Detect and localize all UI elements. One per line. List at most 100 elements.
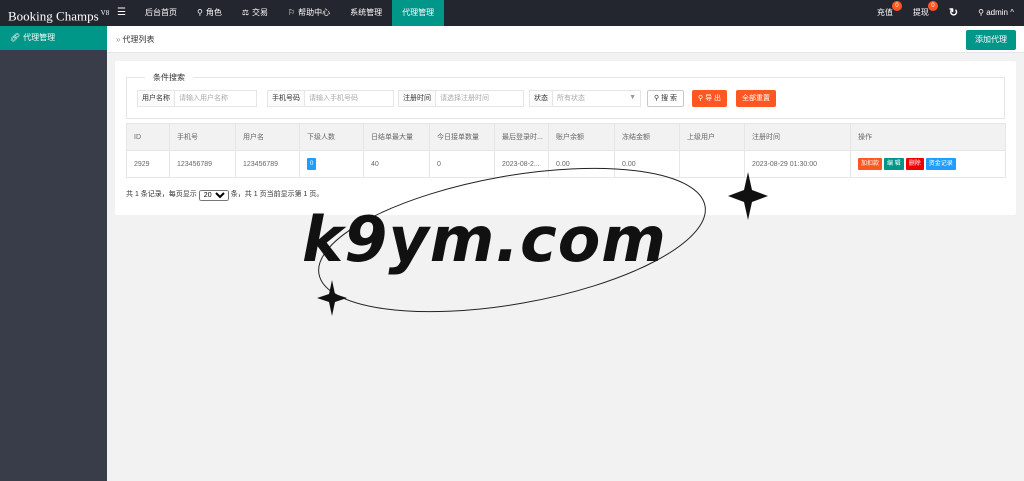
table-header-row: ID 手机号 用户名 下级人数 日结单最大量 今日接单数量 最后登录时... 账… bbox=[126, 123, 1006, 151]
cell-daily-max: 40 bbox=[363, 150, 430, 178]
pager-suffix: 条，共 1 页当前显示第 1 页。 bbox=[230, 191, 324, 198]
search-button[interactable]: ⚲ 搜 索 bbox=[647, 90, 685, 107]
recharge-badge: 0 bbox=[891, 1, 902, 11]
column-header: 账户余额 bbox=[548, 123, 615, 151]
phone-filter-label: 手机号码 bbox=[268, 91, 305, 106]
column-header: ID bbox=[126, 123, 170, 151]
sub-count-badge[interactable]: 0 bbox=[307, 158, 317, 170]
refresh-icon: ↻ bbox=[948, 7, 959, 19]
agent-table: ID 手机号 用户名 下级人数 日结单最大量 今日接单数量 最后登录时... 账… bbox=[126, 123, 1006, 178]
username-input[interactable]: 请输入用户名称 bbox=[175, 91, 256, 106]
column-header: 最后登录时... bbox=[494, 123, 549, 151]
user-icon: ⚲ bbox=[196, 8, 203, 17]
cell-today-orders: 0 bbox=[429, 150, 495, 178]
breadcrumb: » 代理列表 bbox=[116, 26, 154, 53]
nav-item-system[interactable]: 系统管理 bbox=[340, 0, 392, 26]
nav-item-label: 后台首页 bbox=[144, 8, 177, 17]
top-navbar: Booking Champs V8 ☰ 后台首页 ⚲ 角色 ⚖ 交易 ⚐ 帮助中心 系统… bbox=[0, 0, 1024, 26]
pagination: 共 1 条记录，每页显示 20 条，共 1 页当前显示第 1 页。 bbox=[126, 189, 323, 201]
adjust-balance-button[interactable]: 加扣款 bbox=[858, 158, 883, 170]
user-menu[interactable]: ⚲ admin ^ bbox=[968, 0, 1024, 26]
cell-phone: 123456789 bbox=[169, 150, 236, 178]
user-icon: ⚲ bbox=[978, 8, 987, 17]
menu-icon: ☰ bbox=[117, 7, 126, 18]
app-title: Booking Champs bbox=[8, 8, 99, 24]
breadcrumb-label[interactable]: 代理列表 bbox=[122, 35, 154, 44]
sidebar: 🔗︎ 代理管理 bbox=[0, 26, 107, 481]
search-fieldset: 条件搜索 用户名称 请输入用户名称 手机号码 请输入手机号码 注册时间 请选择注… bbox=[126, 72, 1005, 119]
username-filter-label: 用户名称 bbox=[138, 91, 175, 106]
nav-item-label: 交易 bbox=[252, 8, 268, 17]
table-row: 2929 123456789 123456789 0 40 0 2023-08-… bbox=[126, 150, 1006, 178]
search-legend: 条件搜索 bbox=[145, 72, 193, 83]
sidebar-item-label: 代理管理 bbox=[23, 33, 56, 42]
sparkle-icon bbox=[317, 280, 347, 316]
app-logo[interactable]: Booking Champs V8 bbox=[8, 0, 109, 26]
page-size-select[interactable]: 20 bbox=[198, 189, 229, 201]
cell-id: 2929 bbox=[126, 150, 170, 178]
chevron-up-icon: ^ bbox=[1008, 8, 1014, 17]
cell-last-login: 2023-08-2... bbox=[494, 150, 549, 178]
column-header: 操作 bbox=[850, 123, 1006, 151]
fund-records-button[interactable]: 资金记录 bbox=[925, 158, 956, 170]
nav-item-label: 帮助中心 bbox=[298, 8, 331, 17]
chevron-double-right-icon: » bbox=[116, 35, 121, 44]
menu-toggle-button[interactable]: ☰ bbox=[108, 0, 135, 26]
search-button-label: 搜 索 bbox=[661, 95, 678, 102]
nav-item-dashboard[interactable]: 后台首页 bbox=[135, 0, 187, 26]
top-right-actions: 充值 0 提现 0 ↻ ⚲ admin ^ bbox=[867, 0, 1024, 26]
edit-button[interactable]: 编 辑 bbox=[884, 158, 904, 170]
column-header: 下级人数 bbox=[299, 123, 364, 151]
cell-username: 123456789 bbox=[235, 150, 300, 178]
column-header: 注册时间 bbox=[744, 123, 851, 151]
nav-item-agents[interactable]: 代理管理 bbox=[392, 0, 445, 26]
column-header: 手机号 bbox=[169, 123, 236, 151]
sidebar-item-agents[interactable]: 🔗︎ 代理管理 bbox=[0, 26, 107, 50]
main-card: 条件搜索 用户名称 请输入用户名称 手机号码 请输入手机号码 注册时间 请选择注… bbox=[115, 61, 1016, 215]
nav-item-label: 系统管理 bbox=[350, 8, 383, 17]
pager-prefix: 共 1 条记录，每页显示 bbox=[126, 191, 197, 198]
column-header: 日结单最大量 bbox=[363, 123, 430, 151]
cell-frozen: 0.00 bbox=[614, 150, 680, 178]
phone-filter: 手机号码 请输入手机号码 bbox=[267, 90, 394, 107]
phone-input[interactable]: 请输入手机号码 bbox=[305, 91, 393, 106]
withdraw-badge: 0 bbox=[927, 1, 938, 11]
flag-icon: ⚐ bbox=[288, 8, 296, 17]
regtime-filter: 注册时间 请选择注册时间 bbox=[398, 90, 524, 107]
regtime-input[interactable]: 请选择注册时间 bbox=[436, 91, 523, 106]
link-icon: 🔗︎ bbox=[10, 33, 21, 42]
recharge-link[interactable]: 充值 0 bbox=[867, 0, 903, 26]
cell-sub-count: 0 bbox=[299, 150, 364, 178]
column-header: 今日接单数量 bbox=[429, 123, 495, 151]
nav-item-roles[interactable]: ⚲ 角色 bbox=[187, 0, 232, 26]
refresh-button[interactable]: ↻ bbox=[939, 0, 968, 26]
nav-item-trade[interactable]: ⚖ 交易 bbox=[232, 0, 278, 26]
withdraw-label: 提现 bbox=[912, 8, 929, 17]
username-label: admin bbox=[986, 8, 1009, 17]
column-header: 用户名 bbox=[235, 123, 300, 151]
status-select[interactable]: 所有状态 bbox=[553, 91, 640, 106]
main-nav: ☰ 后台首页 ⚲ 角色 ⚖ 交易 ⚐ 帮助中心 系统管理 代理管理 bbox=[108, 0, 445, 26]
delete-button[interactable]: 删除 bbox=[905, 158, 924, 170]
export-button[interactable]: ⚲ 导 出 bbox=[692, 90, 728, 107]
export-button-label: 导 出 bbox=[705, 95, 722, 102]
breadcrumb-bar: » 代理列表 添加代理 bbox=[107, 26, 1024, 53]
nav-item-label: 代理管理 bbox=[402, 8, 435, 17]
caret-down-icon: ▼ bbox=[629, 94, 636, 101]
nav-item-label: 角色 bbox=[205, 8, 222, 17]
withdraw-link[interactable]: 提现 0 bbox=[903, 0, 939, 26]
cell-balance: 0.00 bbox=[548, 150, 615, 178]
scale-icon: ⚖ bbox=[241, 8, 249, 17]
recharge-label: 充值 bbox=[876, 8, 893, 17]
reset-button[interactable]: 全部重置 bbox=[736, 90, 776, 107]
username-filter: 用户名称 请输入用户名称 bbox=[137, 90, 257, 107]
add-agent-button[interactable]: 添加代理 bbox=[966, 30, 1016, 50]
nav-item-help[interactable]: ⚐ 帮助中心 bbox=[278, 0, 340, 26]
column-header: 冻结金额 bbox=[614, 123, 680, 151]
cell-actions: 加扣款编 辑删除 资金记录 bbox=[850, 150, 1006, 178]
cell-reg-time: 2023-08-29 01:30:00 bbox=[744, 150, 851, 178]
cell-parent bbox=[679, 150, 745, 178]
status-filter: 状态 所有状态 ▼ bbox=[529, 90, 641, 107]
regtime-filter-label: 注册时间 bbox=[399, 91, 436, 106]
status-filter-label: 状态 bbox=[530, 91, 553, 106]
